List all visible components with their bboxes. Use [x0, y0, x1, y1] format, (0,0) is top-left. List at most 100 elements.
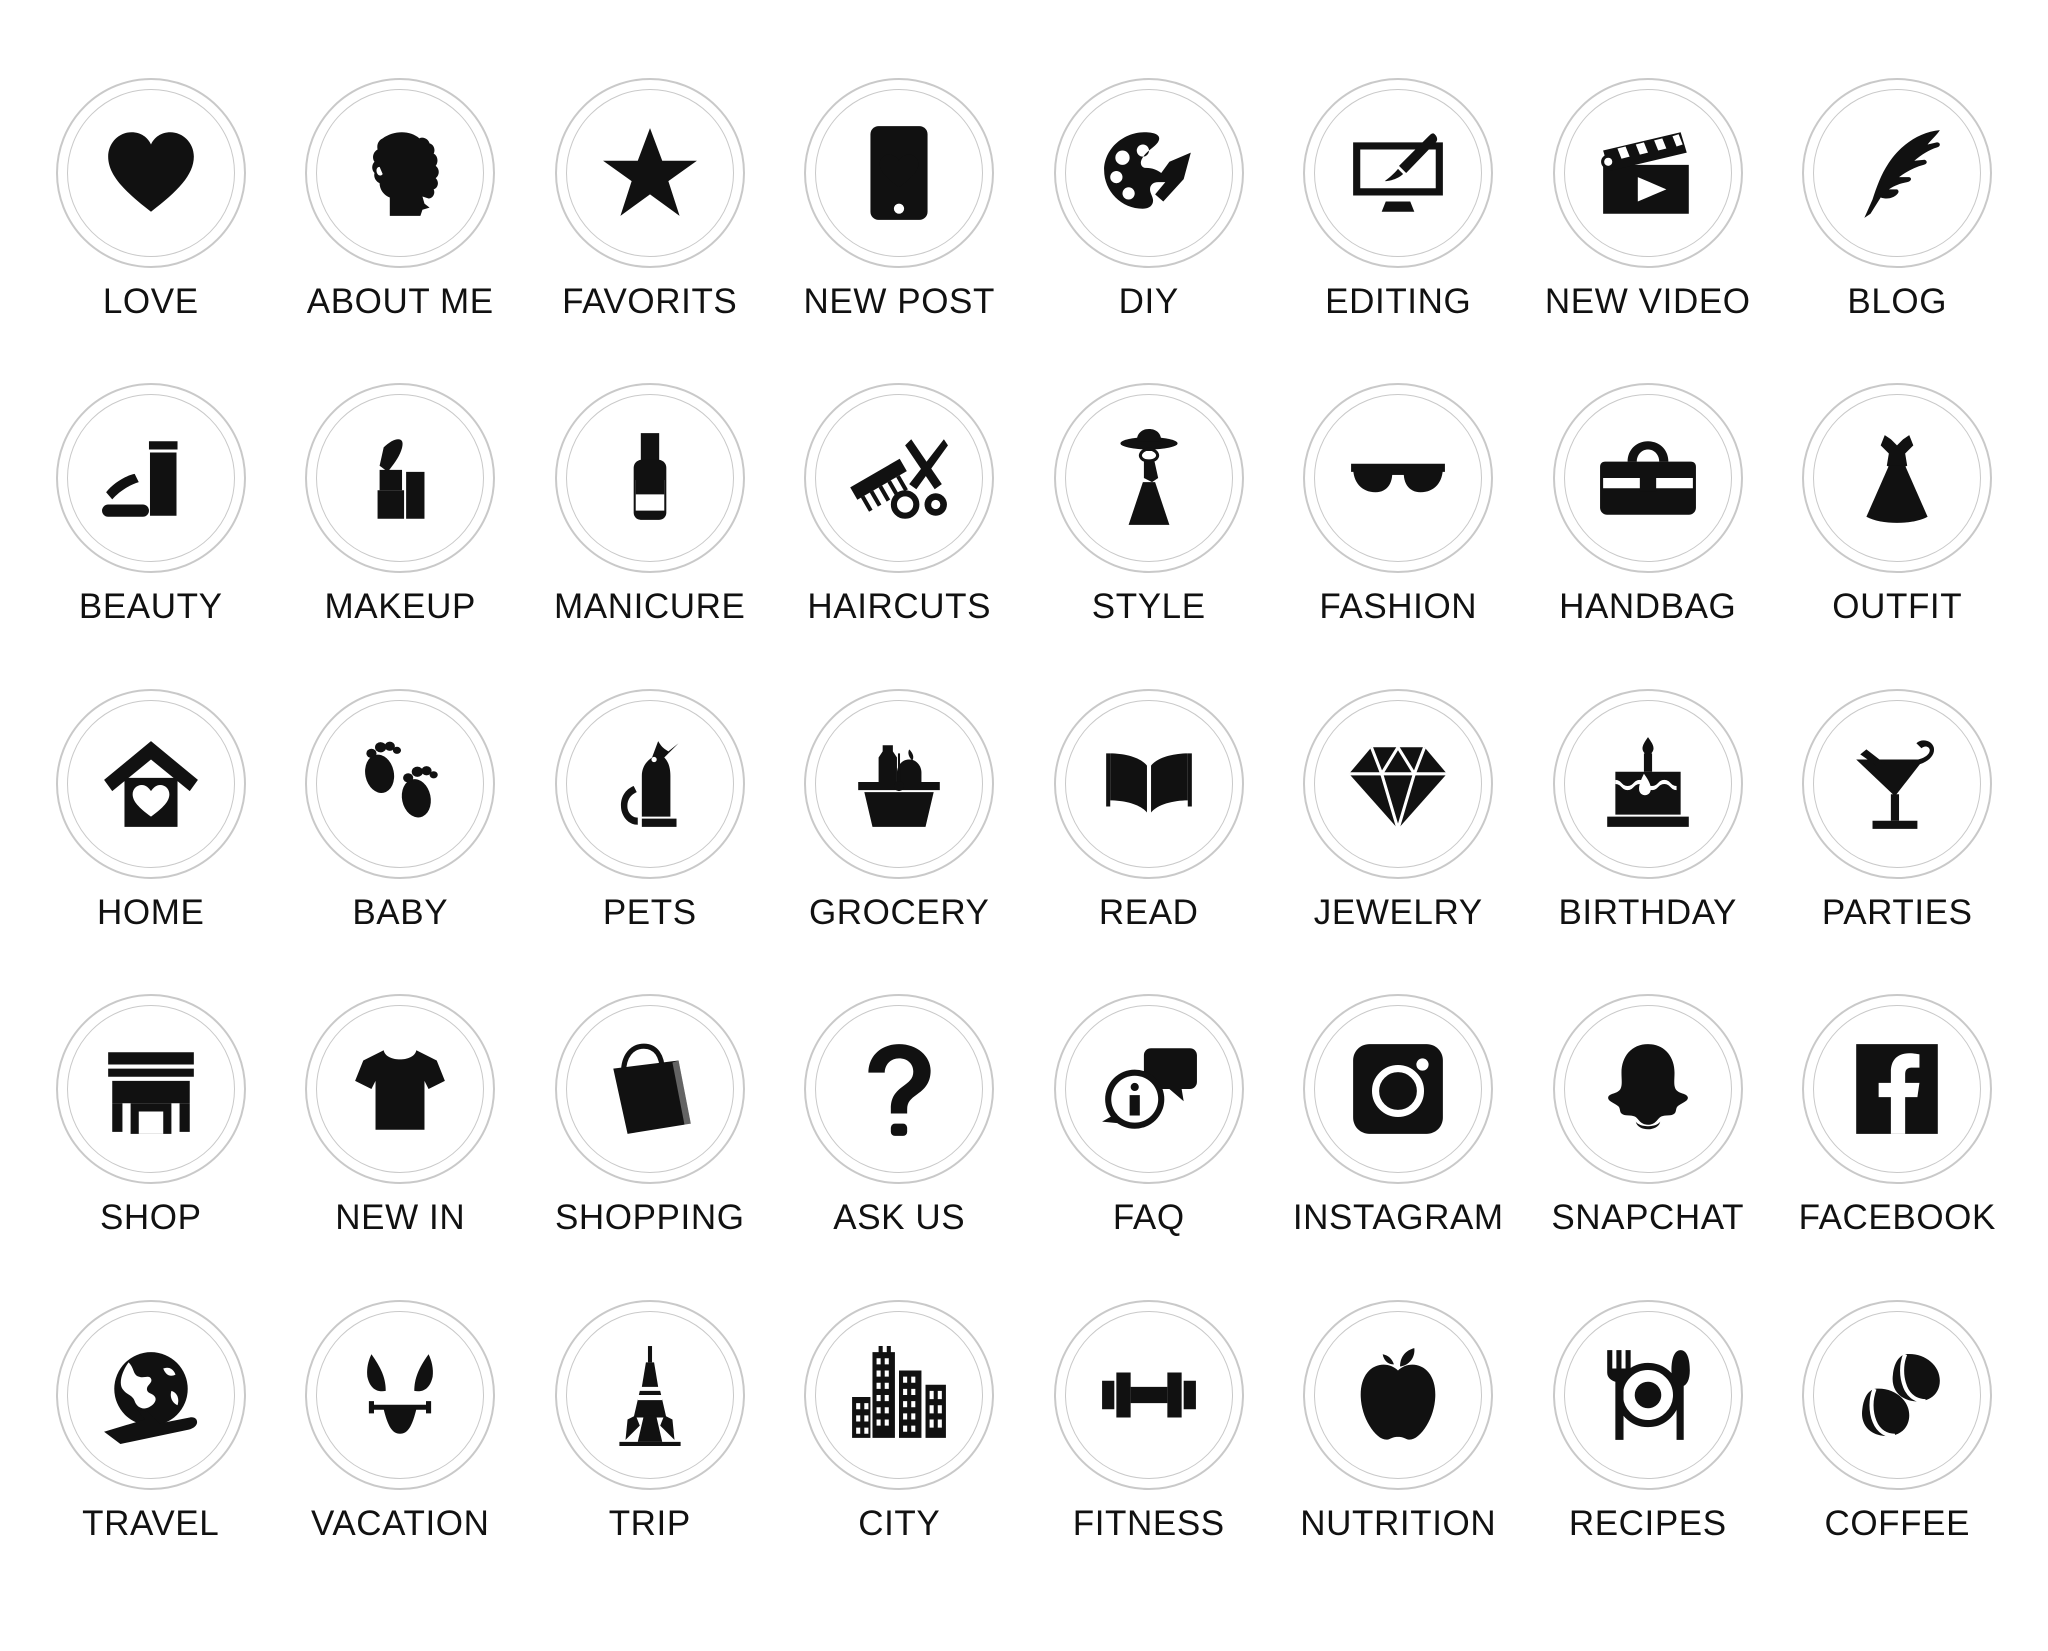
icon-label: GROCERY	[808, 892, 990, 932]
icon-badge[interactable]	[554, 78, 745, 268]
icon-badge[interactable]	[305, 383, 496, 574]
icon-cell-coffee[interactable]: COFFEE	[1773, 1299, 2023, 1605]
cat-icon	[599, 733, 701, 835]
icon-cell-read[interactable]: READ	[1024, 688, 1274, 994]
icon-cell-home[interactable]: HOME	[26, 688, 276, 994]
icon-badge[interactable]	[1552, 1299, 1743, 1490]
icon-badge[interactable]	[305, 78, 496, 268]
icon-badge[interactable]	[305, 688, 496, 879]
icon-label: FASHION	[1319, 587, 1478, 627]
icon-badge[interactable]	[1303, 688, 1494, 879]
icon-badge[interactable]	[1802, 688, 1993, 879]
icon-cell-pets[interactable]: PETS	[525, 688, 775, 994]
icon-label: PARTIES	[1821, 892, 1973, 932]
icon-label: CITY	[858, 1503, 941, 1543]
icon-badge[interactable]	[804, 383, 995, 574]
bikini-icon	[349, 1344, 451, 1446]
icon-cell-nutrition[interactable]: NUTRITION	[1274, 1299, 1524, 1605]
feather-quill-icon	[1846, 122, 1948, 224]
icon-cell-outfit[interactable]: OUTFIT	[1773, 383, 2023, 688]
icon-badge[interactable]	[1303, 78, 1494, 268]
icon-cell-baby[interactable]: BABY	[276, 688, 526, 994]
icon-cell-parties[interactable]: PARTIES	[1773, 688, 2023, 994]
icon-cell-travel[interactable]: TRAVEL	[26, 1299, 276, 1605]
icon-cell-snapchat[interactable]: SNAPCHAT	[1523, 994, 1773, 1299]
icon-badge[interactable]	[305, 994, 496, 1185]
instagram-icon	[1347, 1038, 1449, 1140]
icon-cell-grocery[interactable]: GROCERY	[775, 688, 1025, 994]
icon-label: BIRTHDAY	[1558, 892, 1738, 932]
icon-cell-favorits[interactable]: FAVORITS	[525, 78, 775, 383]
icon-badge[interactable]	[554, 383, 745, 574]
icon-cell-makeup[interactable]: MAKEUP	[276, 383, 526, 688]
icon-badge[interactable]	[55, 78, 246, 268]
icon-label: TRIP	[608, 1503, 691, 1543]
icon-cell-beauty[interactable]: BEAUTY	[26, 383, 276, 688]
icon-badge[interactable]	[554, 1299, 745, 1490]
storefront-icon	[100, 1038, 202, 1140]
monitor-brush-icon	[1347, 122, 1449, 224]
icon-cell-jewelry[interactable]: JEWELRY	[1274, 688, 1524, 994]
icon-badge[interactable]	[1802, 78, 1993, 268]
icon-badge[interactable]	[1053, 994, 1244, 1185]
icon-cell-diy[interactable]: DIY	[1024, 78, 1274, 383]
icon-label: BEAUTY	[78, 587, 223, 627]
icon-badge[interactable]	[554, 994, 745, 1185]
icon-badge[interactable]	[1053, 688, 1244, 879]
icon-cell-handbag[interactable]: HANDBAG	[1523, 383, 1773, 688]
icon-cell-style[interactable]: STYLE	[1024, 383, 1274, 688]
icon-cell-blog[interactable]: BLOG	[1773, 78, 2023, 383]
icon-badge[interactable]	[55, 994, 246, 1185]
icon-label: SHOP	[99, 1198, 202, 1238]
icon-cell-shop[interactable]: SHOP	[26, 994, 276, 1299]
icon-label: NUTRITION	[1300, 1503, 1497, 1543]
icon-cell-new-in[interactable]: NEW IN	[276, 994, 526, 1299]
icon-cell-recipes[interactable]: RECIPES	[1523, 1299, 1773, 1605]
icon-badge[interactable]	[804, 78, 995, 268]
icon-badge[interactable]	[554, 688, 745, 879]
icon-badge[interactable]	[1552, 383, 1743, 574]
icon-badge[interactable]	[1552, 78, 1743, 268]
icon-badge[interactable]	[55, 688, 246, 879]
icon-cell-vacation[interactable]: VACATION	[276, 1299, 526, 1605]
icon-cell-birthday[interactable]: BIRTHDAY	[1523, 688, 1773, 994]
icon-badge[interactable]	[804, 994, 995, 1185]
icon-badge[interactable]	[55, 1299, 246, 1490]
icon-cell-fashion[interactable]: FASHION	[1274, 383, 1524, 688]
icon-badge[interactable]	[1802, 994, 1993, 1185]
icon-cell-new-post[interactable]: NEW POST	[775, 78, 1025, 383]
icon-cell-manicure[interactable]: MANICURE	[525, 383, 775, 688]
icon-badge[interactable]	[55, 383, 246, 574]
icon-cell-city[interactable]: CITY	[775, 1299, 1025, 1605]
dress-icon	[1846, 427, 1948, 529]
icon-cell-fitness[interactable]: FITNESS	[1024, 1299, 1274, 1605]
icon-cell-trip[interactable]: TRIP	[525, 1299, 775, 1605]
icon-badge[interactable]	[1802, 383, 1993, 574]
icon-badge[interactable]	[1802, 1299, 1993, 1490]
icon-badge[interactable]	[804, 688, 995, 879]
icon-label: NEW VIDEO	[1544, 282, 1751, 321]
icon-label: FAVORITS	[562, 282, 738, 321]
icon-badge[interactable]	[1552, 688, 1743, 879]
icon-cell-shopping[interactable]: SHOPPING	[525, 994, 775, 1299]
icon-badge[interactable]	[804, 1299, 995, 1490]
icon-badge[interactable]	[1053, 383, 1244, 574]
icon-badge[interactable]	[1053, 78, 1244, 268]
icon-cell-ask-us[interactable]: ASK US	[775, 994, 1025, 1299]
icon-badge[interactable]	[1053, 1299, 1244, 1490]
icon-cell-new-video[interactable]: NEW VIDEO	[1523, 78, 1773, 383]
icon-cell-faq[interactable]: FAQ	[1024, 994, 1274, 1299]
icon-badge[interactable]	[1303, 994, 1494, 1185]
icon-badge[interactable]	[1552, 994, 1743, 1185]
icon-label: COFFEE	[1824, 1503, 1971, 1543]
icon-cell-haircuts[interactable]: HAIRCUTS	[775, 383, 1025, 688]
globe-plane-icon	[100, 1344, 202, 1446]
icon-cell-editing[interactable]: EDITING	[1274, 78, 1524, 383]
icon-badge[interactable]	[305, 1299, 496, 1490]
icon-cell-about-me[interactable]: ABOUT ME	[276, 78, 526, 383]
icon-cell-love[interactable]: LOVE	[26, 78, 276, 383]
icon-badge[interactable]	[1303, 1299, 1494, 1490]
icon-cell-instagram[interactable]: INSTAGRAM	[1274, 994, 1524, 1299]
icon-cell-facebook[interactable]: FACEBOOK	[1773, 994, 2023, 1299]
icon-badge[interactable]	[1303, 383, 1494, 574]
